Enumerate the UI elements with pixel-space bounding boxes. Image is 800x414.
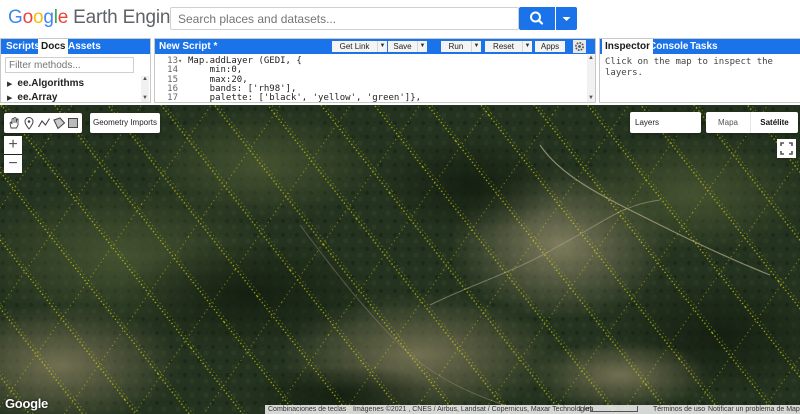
- doc-item-ee-array[interactable]: ▶ ee.Array: [7, 92, 57, 104]
- scale-bar: [590, 406, 638, 412]
- hand-icon[interactable]: [7, 116, 21, 130]
- code-editor-panel: New Script * Get Link ▼ Save ▼ Run ▼ Res…: [154, 38, 596, 103]
- search-icon: [530, 11, 544, 25]
- gear-icon: [575, 42, 584, 51]
- search-options-button[interactable]: [556, 7, 577, 30]
- left-tabbar: Scripts Docs Assets: [1, 39, 150, 54]
- right-panel: Inspector Console Tasks Click on the map…: [599, 38, 800, 103]
- script-title[interactable]: New Script *: [159, 39, 217, 54]
- logo-letter: g: [43, 7, 54, 28]
- doc-item-ee-algorithms[interactable]: ▶ ee.Algorithms: [7, 78, 84, 90]
- keyboard-shortcuts-link[interactable]: Combinaciones de teclas: [268, 405, 346, 414]
- fullscreen-icon: [780, 142, 793, 155]
- line-icon[interactable]: [37, 116, 51, 130]
- fullscreen-button[interactable]: [777, 139, 796, 158]
- map-canvas[interactable]: Geometry Imports + − Layers Mapa Satélit…: [0, 105, 800, 414]
- inspector-message: Click on the map to inspect the layers.: [605, 57, 773, 78]
- zoom-out-button[interactable]: −: [4, 155, 22, 173]
- map-type-satellite-button[interactable]: Satélite: [750, 112, 798, 133]
- apps-button[interactable]: Apps: [535, 41, 565, 52]
- logo-letter: o: [22, 7, 34, 28]
- google-logo: Google: [5, 396, 48, 411]
- logo-letter: G: [8, 7, 23, 28]
- drawing-tools: [4, 113, 82, 133]
- reset-dropdown-icon[interactable]: ▼: [522, 41, 532, 52]
- get-link-dropdown-icon[interactable]: ▼: [377, 41, 387, 52]
- satellite-imagery: [0, 105, 800, 414]
- run-button[interactable]: Run: [441, 41, 471, 52]
- polygon-icon[interactable]: [52, 116, 66, 130]
- code-token: 'green': [366, 93, 405, 102]
- docs-scrollbar[interactable]: ▲ ▼: [141, 76, 149, 102]
- code-line[interactable]: 17 palette: ['black', 'yellow', 'green']…: [155, 93, 585, 102]
- settings-button[interactable]: [573, 40, 586, 53]
- scroll-up-icon[interactable]: ▲: [141, 76, 149, 83]
- right-tabbar: Inspector Console Tasks: [600, 39, 800, 54]
- code-token: ,: [356, 93, 367, 102]
- map-attribution-bar: Combinaciones de teclas Imágenes ©2021 ,…: [265, 405, 800, 414]
- scroll-down-icon[interactable]: ▼: [587, 95, 595, 102]
- earth-engine-logo[interactable]: Google Earth Engine: [8, 7, 181, 29]
- line-number: 17: [167, 93, 178, 102]
- point-icon[interactable]: [22, 116, 36, 130]
- scroll-up-icon[interactable]: ▲: [587, 55, 595, 62]
- top-header: Google Earth Engine: [0, 0, 800, 36]
- code-editor[interactable]: 13▾ Map.addLayer (GEDI, {14 min:0, 15 max:…: [155, 55, 595, 102]
- filter-methods-input[interactable]: [5, 57, 134, 73]
- code-token: ,: [301, 93, 313, 102]
- run-dropdown-icon[interactable]: ▼: [471, 41, 481, 52]
- tab-assets[interactable]: Assets: [65, 39, 104, 54]
- caret-down-icon: [562, 17, 571, 21]
- editor-scrollbar[interactable]: ▲ ▼: [587, 55, 595, 102]
- tab-docs[interactable]: Docs: [38, 39, 69, 54]
- terms-of-use-link[interactable]: Términos de uso: [653, 405, 705, 414]
- doc-item-label: ee.Algorithms: [17, 78, 85, 89]
- reset-button[interactable]: Reset: [485, 41, 522, 52]
- map-type-map-button[interactable]: Mapa: [706, 112, 750, 133]
- code-token: 'black': [263, 93, 302, 102]
- search-button[interactable]: [519, 7, 555, 30]
- code-token: ]},: [404, 93, 422, 102]
- editor-toolbar: New Script * Get Link ▼ Save ▼ Run ▼ Res…: [155, 39, 595, 54]
- imagery-attribution: Imágenes ©2021 , CNES / Airbus, Landsat …: [353, 406, 594, 413]
- zoom-in-button[interactable]: +: [4, 136, 22, 154]
- doc-item-label: ee.Array: [17, 92, 58, 103]
- tab-tasks[interactable]: Tasks: [687, 39, 721, 54]
- triangle-right-icon: ▶: [7, 95, 13, 102]
- geometry-imports-button[interactable]: Geometry Imports: [90, 113, 160, 133]
- report-problem-link[interactable]: Notificar un problema de Maps: [708, 405, 800, 414]
- scroll-down-icon[interactable]: ▼: [141, 95, 149, 102]
- logo-product-name: Earth Engine: [73, 7, 181, 28]
- tab-console[interactable]: Console: [646, 39, 691, 54]
- layers-button[interactable]: Layers: [630, 112, 701, 133]
- rectangle-icon[interactable]: [66, 116, 80, 130]
- logo-letter: o: [32, 7, 44, 28]
- map-type-control: Mapa Satélite: [706, 112, 798, 133]
- code-token: palette: [: [188, 93, 264, 102]
- left-panel: Scripts Docs Assets ▶ ee.Algorithms ▶ ee.A…: [0, 38, 151, 103]
- triangle-right-icon: ▶: [7, 81, 13, 88]
- save-button[interactable]: Save: [388, 41, 417, 52]
- code-token: 'yellow': [312, 93, 356, 102]
- logo-letter: e: [57, 7, 69, 28]
- get-link-button[interactable]: Get Link: [332, 41, 377, 52]
- save-dropdown-icon[interactable]: ▼: [417, 41, 427, 52]
- search-input[interactable]: [170, 7, 519, 30]
- tab-scripts[interactable]: Scripts: [3, 39, 43, 54]
